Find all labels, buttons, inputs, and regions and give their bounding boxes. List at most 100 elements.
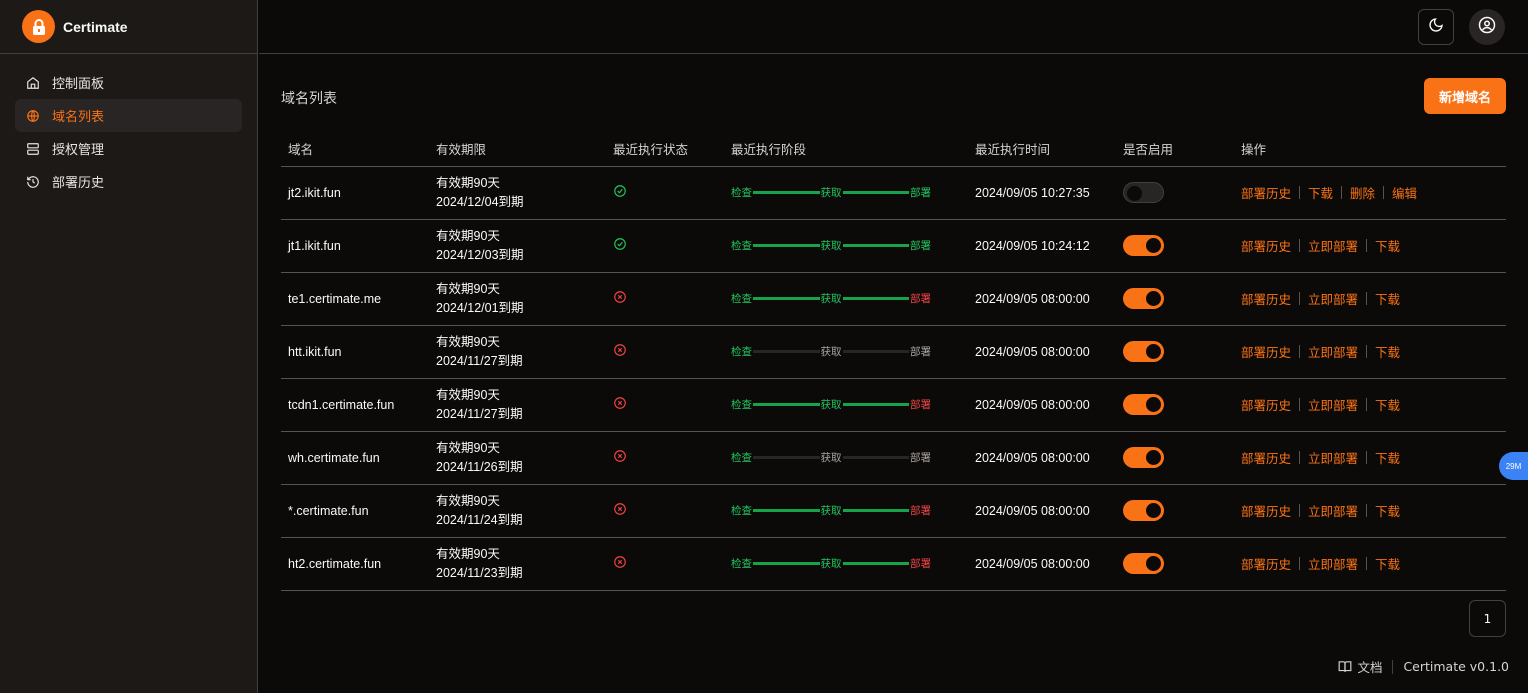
enabled-toggle[interactable] (1123, 553, 1164, 574)
action-link[interactable]: 下载 (1375, 236, 1400, 255)
logo-row: Certimate (0, 0, 257, 54)
enabled-toggle[interactable] (1123, 182, 1164, 203)
action-separator (1299, 504, 1301, 517)
action-link[interactable]: 部署历史 (1241, 448, 1291, 467)
row-actions: 部署历史 立即部署 下载 (1241, 236, 1506, 255)
stage-deploy: 部署 (910, 240, 931, 252)
stage-cell: 检查 获取 部署 (724, 537, 968, 591)
column-header: 最近执行时间 (968, 132, 1116, 167)
add-domain-button[interactable]: 新增域名 (1424, 78, 1506, 114)
server-icon (26, 141, 41, 156)
action-link[interactable]: 部署历史 (1241, 554, 1291, 573)
stage-connector (753, 456, 820, 459)
action-separator (1299, 186, 1301, 199)
action-link[interactable]: 删除 (1350, 183, 1375, 202)
sidebar-item-domains[interactable]: 域名列表 (15, 99, 242, 132)
action-link[interactable]: 下载 (1375, 448, 1400, 467)
enabled-cell (1116, 325, 1234, 379)
sidebar-item-dashboard[interactable]: 控制面板 (15, 66, 242, 99)
action-separator (1383, 186, 1385, 199)
docs-link[interactable]: 文档 (1338, 657, 1382, 676)
domain-cell: te1.certimate.me (281, 272, 429, 326)
expiry-cell: 有效期90天 2024/12/04到期 (429, 166, 606, 220)
stage-connector (753, 350, 820, 353)
x-circle-icon (613, 343, 627, 357)
stage-connector (842, 191, 909, 194)
row-actions: 部署历史 立即部署 下载 (1241, 342, 1506, 361)
enabled-toggle[interactable] (1123, 235, 1164, 256)
row-actions: 部署历史 立即部署 下载 (1241, 289, 1506, 308)
stage-connector (753, 509, 820, 512)
sidebar: Certimate 控制面板 域名列表 授权管理 部署历史 (0, 0, 258, 693)
action-link[interactable]: 立即部署 (1308, 289, 1358, 308)
enabled-toggle[interactable] (1123, 341, 1164, 362)
action-link[interactable]: 部署历史 (1241, 342, 1291, 361)
action-link[interactable]: 部署历史 (1241, 236, 1291, 255)
validity-text: 有效期90天 (436, 228, 500, 243)
action-separator (1299, 398, 1301, 411)
action-link[interactable]: 立即部署 (1308, 236, 1358, 255)
expiry-cell: 有效期90天 2024/11/23到期 (429, 537, 606, 591)
action-link[interactable]: 下载 (1375, 554, 1400, 573)
domain-cell: ht2.certimate.fun (281, 537, 429, 591)
toggle-knob (1146, 291, 1161, 306)
action-link[interactable]: 下载 (1375, 395, 1400, 414)
stage-deploy: 部署 (910, 293, 931, 305)
user-menu-button[interactable] (1469, 9, 1505, 45)
stage-connector (842, 456, 909, 459)
stage-check: 检查 (731, 187, 752, 199)
time-cell: 2024/09/05 08:00:00 (968, 431, 1116, 485)
theme-toggle-button[interactable] (1418, 9, 1454, 45)
floating-badge[interactable]: 29M (1499, 452, 1528, 480)
action-link[interactable]: 下载 (1375, 289, 1400, 308)
expiry-cell: 有效期90天 2024/12/03到期 (429, 219, 606, 273)
table-row: te1.certimate.me 有效期90天 2024/12/01到期 检查 获取 部署… (281, 272, 1506, 326)
action-link[interactable]: 立即部署 (1308, 501, 1358, 520)
action-link[interactable]: 立即部署 (1308, 342, 1358, 361)
pagination-page-button[interactable]: 1 (1469, 600, 1506, 637)
x-circle-icon (613, 555, 627, 569)
domain-cell: *.certimate.fun (281, 484, 429, 538)
row-actions: 部署历史 立即部署 下载 (1241, 554, 1506, 573)
table-row: ht2.certimate.fun 有效期90天 2024/11/23到期 检查 获取 部… (281, 537, 1506, 591)
action-link[interactable]: 部署历史 (1241, 395, 1291, 414)
sidebar-item-access[interactable]: 授权管理 (15, 132, 242, 165)
validity-text: 有效期90天 (436, 493, 500, 508)
time-cell: 2024/09/05 08:00:00 (968, 378, 1116, 432)
stage-progress: 检查 获取 部署 (731, 450, 931, 465)
stage-obtain: 获取 (820, 399, 842, 411)
action-link[interactable]: 下载 (1375, 501, 1400, 520)
action-link[interactable]: 编辑 (1392, 183, 1417, 202)
stage-deploy: 部署 (910, 187, 931, 199)
action-link[interactable]: 下载 (1375, 342, 1400, 361)
action-link[interactable]: 立即部署 (1308, 448, 1358, 467)
action-link[interactable]: 下载 (1308, 183, 1333, 202)
enabled-cell (1116, 166, 1234, 220)
stage-connector (842, 403, 909, 406)
expire-date: 2024/12/01到期 (436, 300, 524, 315)
enabled-toggle[interactable] (1123, 500, 1164, 521)
action-link[interactable]: 立即部署 (1308, 395, 1358, 414)
actions-cell: 部署历史 立即部署 下载 (1234, 272, 1506, 326)
stage-obtain: 获取 (820, 558, 842, 570)
action-link[interactable]: 部署历史 (1241, 501, 1291, 520)
sidebar-item-label: 授权管理 (52, 143, 105, 158)
table-row: wh.certimate.fun 有效期90天 2024/11/26到期 检查 获取 部署… (281, 431, 1506, 485)
enabled-toggle[interactable] (1123, 394, 1164, 415)
action-link[interactable]: 部署历史 (1241, 183, 1291, 202)
time-cell: 2024/09/05 10:24:12 (968, 219, 1116, 273)
enabled-toggle[interactable] (1123, 288, 1164, 309)
action-separator (1366, 504, 1368, 517)
expire-date: 2024/11/26到期 (436, 459, 523, 474)
domain-cell: wh.certimate.fun (281, 431, 429, 485)
action-link[interactable]: 立即部署 (1308, 554, 1358, 573)
stage-check: 检查 (731, 240, 752, 252)
action-separator (1366, 451, 1368, 464)
stage-cell: 检查 获取 部署 (724, 219, 968, 273)
stage-check: 检查 (731, 558, 752, 570)
expire-date: 2024/12/03到期 (436, 247, 524, 262)
action-link[interactable]: 部署历史 (1241, 289, 1291, 308)
sidebar-item-history[interactable]: 部署历史 (15, 165, 242, 198)
domain-cell: htt.ikit.fun (281, 325, 429, 379)
enabled-toggle[interactable] (1123, 447, 1164, 468)
